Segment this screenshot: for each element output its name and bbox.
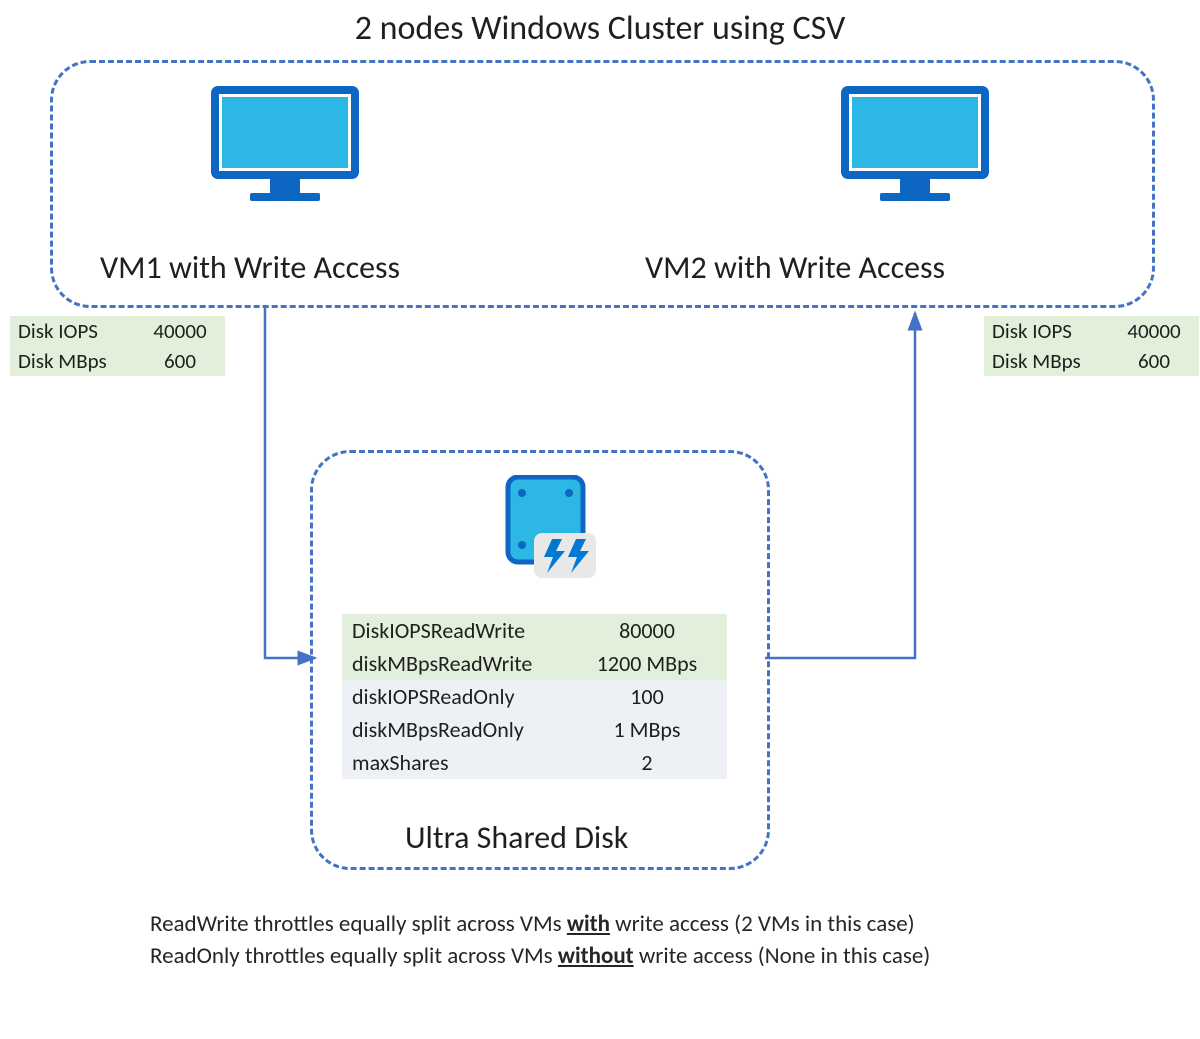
table-row: Disk IOPS 40000 [984, 316, 1199, 346]
footnote-readwrite: ReadWrite throttles equally split across… [150, 910, 915, 938]
prop-value: 1 MBps [567, 713, 727, 746]
prop-key: DiskIOPSReadWrite [342, 614, 567, 647]
disk-mbps-value: 600 [135, 346, 225, 376]
disk-mbps-label: Disk MBps [10, 346, 135, 376]
vm1-label: VM1 with Write Access [100, 248, 400, 287]
arrow-disk-to-vm2 [760, 308, 960, 678]
disk-iops-label: Disk IOPS [10, 316, 135, 346]
diagram-canvas: 2 nodes Windows Cluster using CSV VM1 wi… [0, 0, 1200, 1039]
ultra-disk-label: Ultra Shared Disk [405, 818, 628, 857]
ultra-disk-properties-table: DiskIOPSReadWrite 80000 diskMBpsReadWrit… [342, 614, 727, 779]
disk-mbps-label: Disk MBps [984, 346, 1109, 376]
disk-iops-value: 40000 [1109, 316, 1199, 346]
disk-iops-label: Disk IOPS [984, 316, 1109, 346]
footnote-text: ReadWrite throttles equally split across… [150, 910, 567, 938]
prop-key: diskIOPSReadOnly [342, 680, 567, 713]
prop-value: 100 [567, 680, 727, 713]
table-row: diskMBpsReadOnly 1 MBps [342, 713, 727, 746]
table-row: maxShares 2 [342, 746, 727, 779]
table-row: diskIOPSReadOnly 100 [342, 680, 727, 713]
footnote-bold: without [558, 942, 634, 970]
disk-mbps-value: 600 [1109, 346, 1199, 376]
table-row: Disk MBps 600 [10, 346, 225, 376]
prop-key: diskMBpsReadWrite [342, 647, 567, 680]
vm1-disk-table: Disk IOPS 40000 Disk MBps 600 [10, 316, 225, 376]
footnote-text: ReadOnly throttles equally split across … [150, 942, 558, 970]
footnote-text: write access (2 VMs in this case) [610, 910, 915, 938]
ultra-disk-icon [500, 475, 600, 585]
prop-key: maxShares [342, 746, 567, 779]
prop-value: 2 [567, 746, 727, 779]
table-row: Disk MBps 600 [984, 346, 1199, 376]
prop-value: 80000 [567, 614, 727, 647]
diagram-title: 2 nodes Windows Cluster using CSV [355, 8, 846, 49]
footnote-bold: with [567, 910, 610, 938]
table-row: DiskIOPSReadWrite 80000 [342, 614, 727, 647]
vm2-disk-table: Disk IOPS 40000 Disk MBps 600 [984, 316, 1199, 376]
footnote-readonly: ReadOnly throttles equally split across … [150, 942, 930, 970]
table-row: diskMBpsReadWrite 1200 MBps [342, 647, 727, 680]
prop-value: 1200 MBps [567, 647, 727, 680]
prop-key: diskMBpsReadOnly [342, 713, 567, 746]
vm2-label: VM2 with Write Access [645, 248, 945, 287]
table-row: Disk IOPS 40000 [10, 316, 225, 346]
disk-iops-value: 40000 [135, 316, 225, 346]
monitor-icon [210, 85, 360, 205]
footnote-text: write access (None in this case) [634, 942, 931, 970]
monitor-icon [840, 85, 990, 205]
